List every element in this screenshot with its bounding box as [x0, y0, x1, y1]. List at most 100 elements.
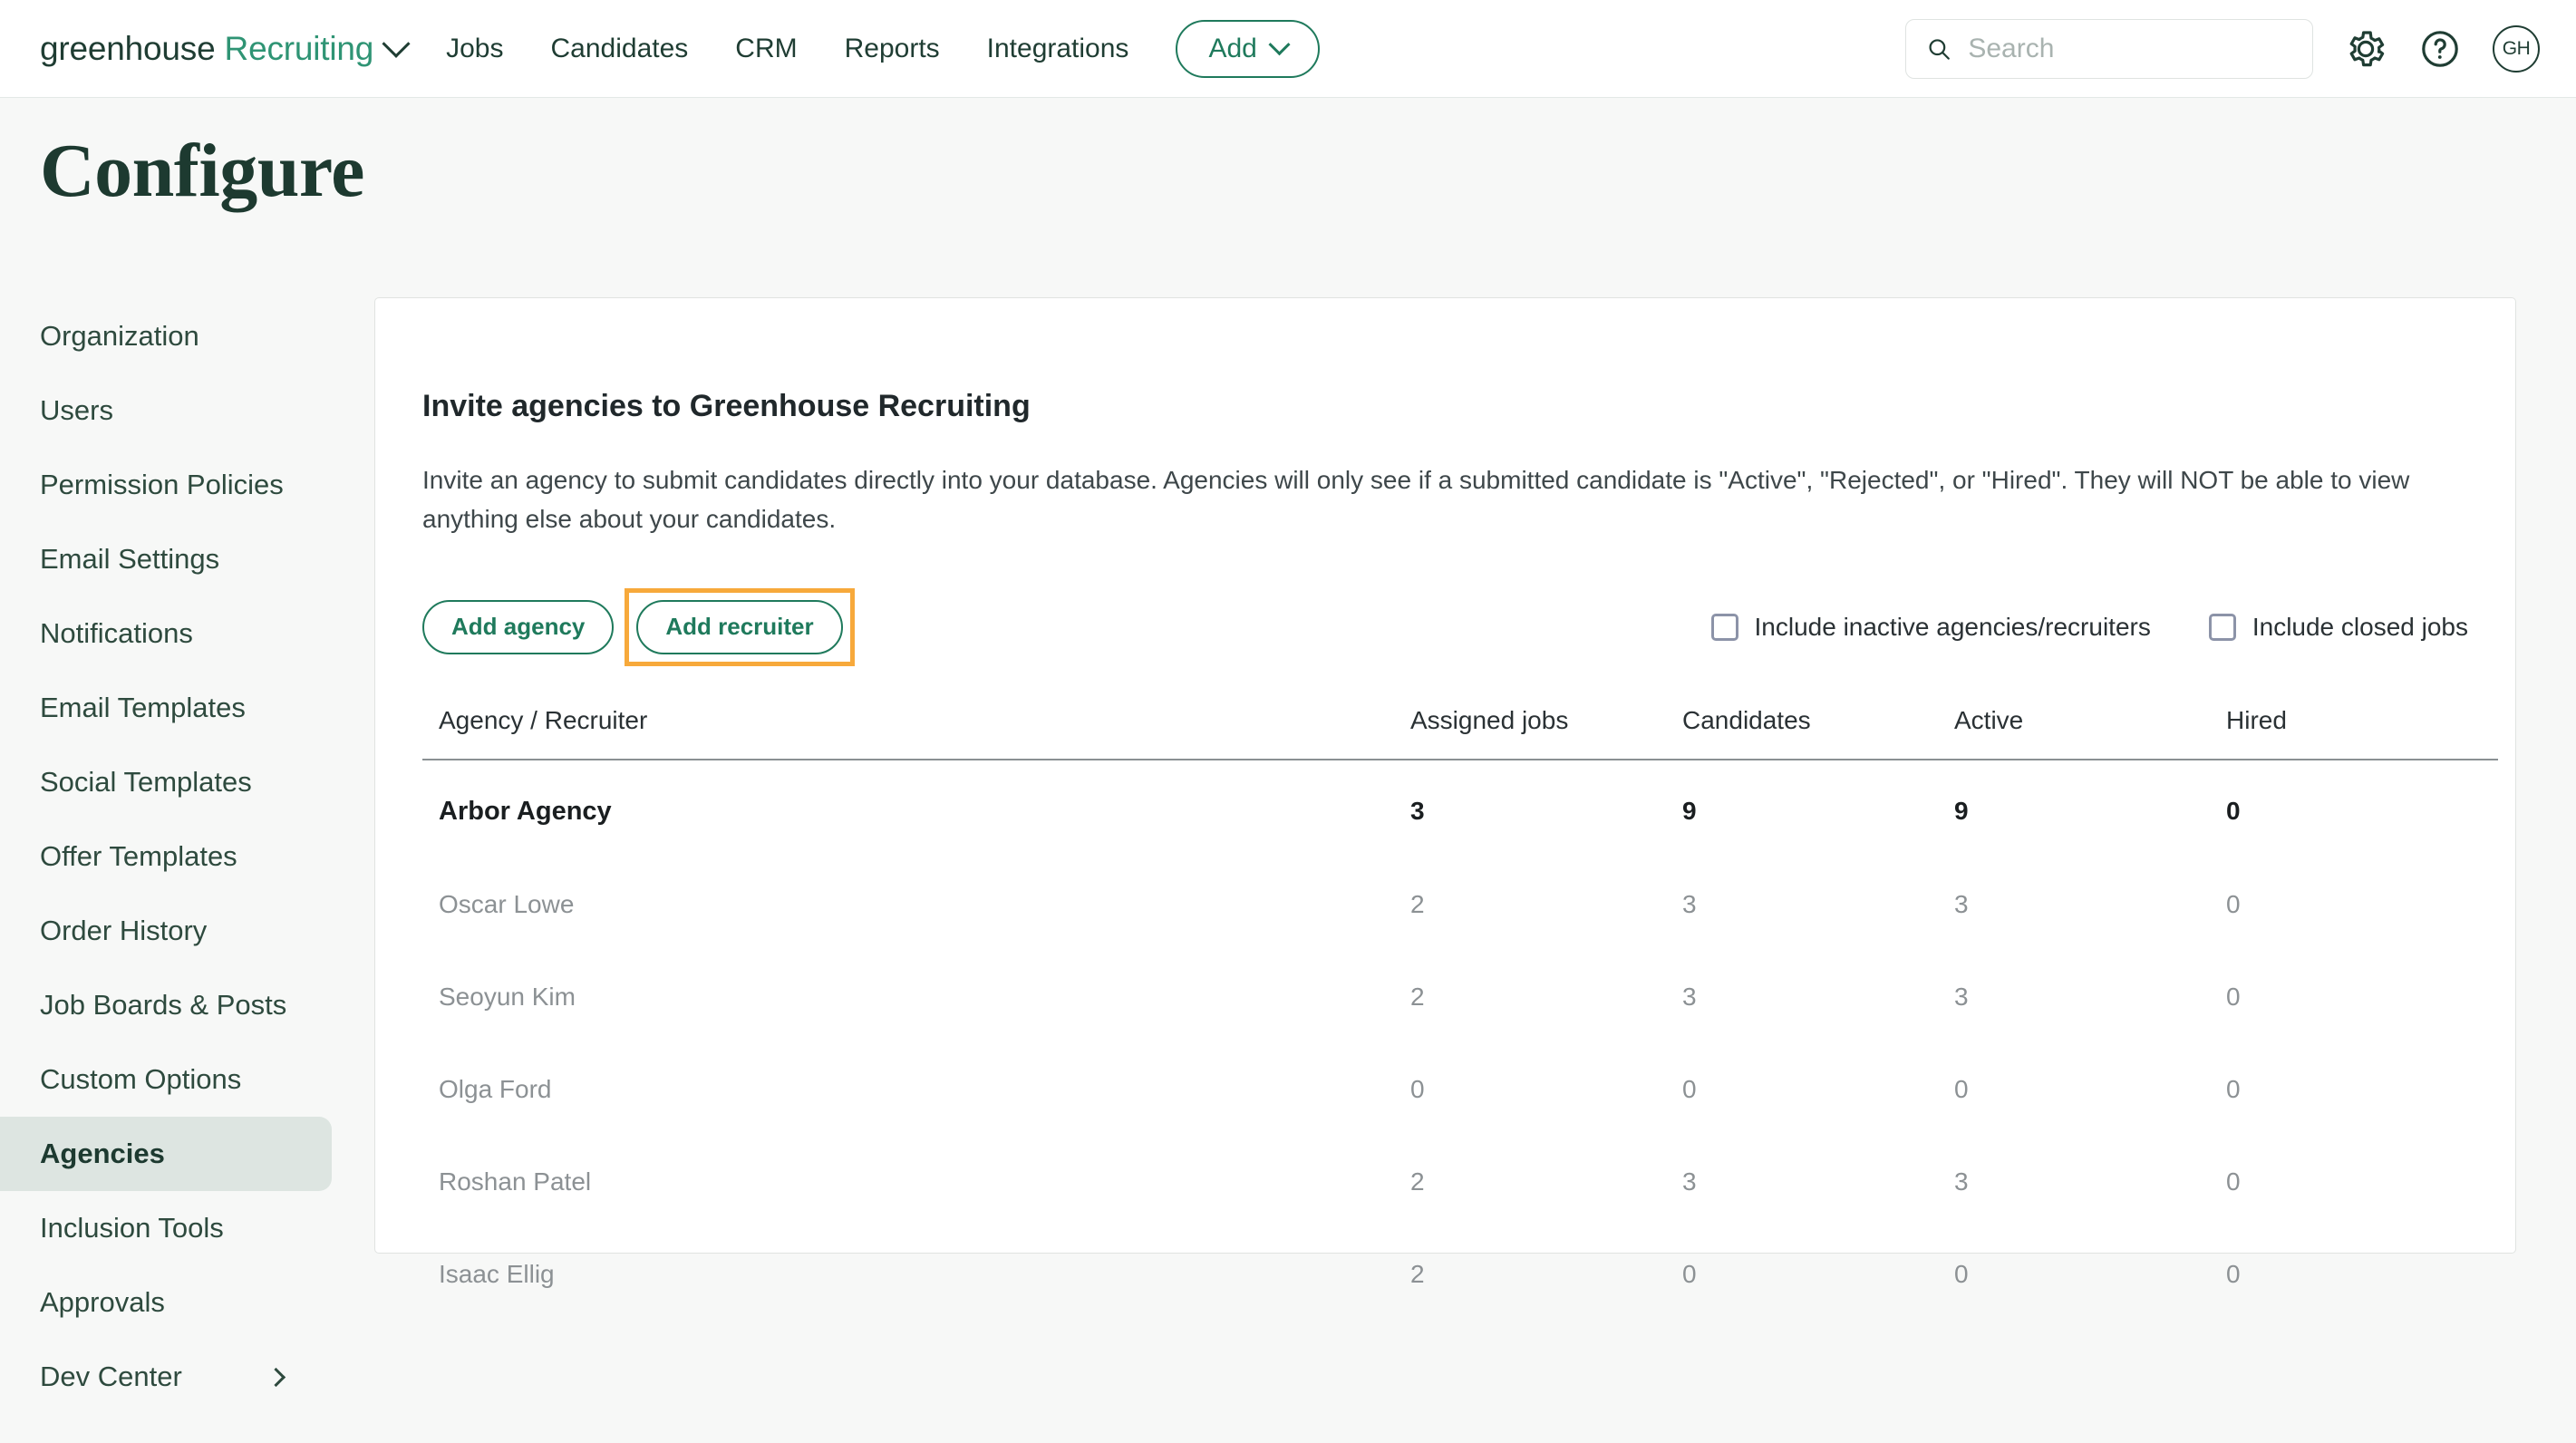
checkbox-include-inactive-label: Include inactive agencies/recruiters	[1754, 612, 2151, 641]
cell-hired: 0	[2226, 889, 2241, 918]
column-header-agency-recruiter: Agency / Recruiter	[422, 705, 1410, 760]
checkbox-include-closed-jobs[interactable]: Include closed jobs	[2208, 613, 2468, 642]
nav-link-candidates[interactable]: Candidates	[551, 34, 689, 64]
cell-active[interactable]: 9	[1954, 760, 2226, 858]
sidebar-item-job-boards-posts[interactable]: Job Boards & Posts	[0, 968, 332, 1042]
nav-link-reports[interactable]: Reports	[845, 34, 940, 64]
brand-text: greenhouse Recruiting	[40, 30, 373, 68]
column-header-assigned-jobs: Assigned jobs	[1410, 705, 1682, 760]
sidebar-item-organization[interactable]: Organization	[0, 299, 332, 373]
sidebar-item-order-history[interactable]: Order History	[0, 894, 332, 968]
filter-checkboxes: Include inactive agencies/recruiters Inc…	[1710, 612, 2468, 642]
table-header-row: Agency / Recruiter Assigned jobs Candida…	[422, 705, 2498, 760]
cell-assigned-jobs: 3	[1410, 797, 1425, 826]
sidebar-item-dev-center[interactable]: Dev Center	[0, 1340, 332, 1414]
cell-recruiter-name[interactable]: Olga Ford	[422, 1043, 1410, 1136]
sidebar-item-custom-options[interactable]: Custom Options	[0, 1042, 332, 1117]
cell-hired: 0	[2226, 1167, 2241, 1196]
search-input[interactable]	[1968, 34, 2292, 64]
table-row[interactable]: Roshan Patel 2 3 3 0	[422, 1136, 2498, 1228]
sidebar-item-social-templates[interactable]: Social Templates	[0, 745, 332, 819]
cell-hired: 0	[2226, 982, 2241, 1011]
sidebar-item-label: Order History	[40, 915, 208, 946]
sidebar-item-users[interactable]: Users	[0, 373, 332, 448]
add-agency-button[interactable]: Add agency	[422, 599, 615, 654]
checkbox-box-icon[interactable]	[1710, 613, 1738, 641]
search-box[interactable]	[1905, 19, 2313, 79]
sidebar-item-label: Inclusion Tools	[40, 1212, 224, 1244]
nav-link-jobs[interactable]: Jobs	[446, 34, 503, 64]
cell-recruiter-name[interactable]: Isaac Ellig	[422, 1228, 1410, 1321]
cell-agency-name[interactable]: Arbor Agency	[422, 760, 1410, 858]
sidebar-item-approvals[interactable]: Approvals	[0, 1265, 332, 1340]
sidebar-item-label: Custom Options	[40, 1063, 242, 1095]
sidebar-item-notifications[interactable]: Notifications	[0, 596, 332, 671]
question-mark-icon	[2422, 31, 2458, 67]
cell-assigned-jobs: 2	[1410, 1167, 1425, 1196]
column-header-active: Active	[1954, 705, 2226, 760]
cell-assigned-jobs: 2	[1410, 889, 1425, 918]
page-title: Configure	[40, 129, 364, 213]
sidebar-item-offer-templates[interactable]: Offer Templates	[0, 819, 332, 894]
add-button[interactable]: Add	[1176, 19, 1320, 78]
checkbox-include-inactive[interactable]: Include inactive agencies/recruiters	[1710, 612, 2151, 642]
sidebar-item-label: Approvals	[40, 1286, 165, 1318]
avatar[interactable]: GH	[2493, 25, 2540, 73]
cell-active: 0	[1954, 1259, 1969, 1288]
gear-icon	[2349, 31, 2385, 67]
chevron-right-icon	[266, 1367, 286, 1387]
cell-recruiter-name[interactable]: Oscar Lowe	[422, 858, 1410, 951]
sidebar-item-label: Email Settings	[40, 543, 220, 575]
brand-logo-dropdown[interactable]: greenhouse Recruiting	[40, 29, 411, 68]
primary-nav-links: Jobs Candidates CRM Reports Integrations	[446, 34, 1128, 64]
nav-link-crm[interactable]: CRM	[735, 34, 797, 64]
panel-title: Invite agencies to Greenhouse Recruiting	[422, 389, 1031, 423]
cell-recruiter-name[interactable]: Seoyun Kim	[422, 951, 1410, 1043]
nav-link-integrations[interactable]: Integrations	[987, 34, 1129, 64]
table-row[interactable]: Olga Ford 0 0 0 0	[422, 1043, 2498, 1136]
cell-hired: 0	[2226, 1074, 2241, 1103]
sidebar-item-label: Social Templates	[40, 766, 252, 798]
sidebar-item-agencies[interactable]: Agencies	[0, 1117, 332, 1191]
sidebar-item-inclusion-tools[interactable]: Inclusion Tools	[0, 1191, 332, 1265]
sidebar-navigation: Organization Users Permission Policies Emai…	[0, 299, 332, 1414]
cell-hired: 0	[2226, 1259, 2241, 1288]
cell-recruiter-name[interactable]: Roshan Patel	[422, 1136, 1410, 1228]
sidebar-item-label: Users	[40, 394, 113, 426]
sidebar-item-label: Dev Center	[40, 1361, 182, 1392]
cell-active[interactable]: 3	[1954, 858, 2226, 951]
sidebar-item-email-settings[interactable]: Email Settings	[0, 522, 332, 596]
cell-candidates[interactable]: 3	[1682, 951, 1954, 1043]
checkbox-box-icon[interactable]	[2208, 613, 2236, 641]
cell-candidates[interactable]: 3	[1682, 1136, 1954, 1228]
agencies-panel: Invite agencies to Greenhouse Recruiting…	[374, 297, 2516, 1288]
nav-right-cluster: GH	[1905, 0, 2540, 98]
cell-active[interactable]: 3	[1954, 1136, 2226, 1228]
add-recruiter-highlight: Add recruiter	[625, 587, 855, 666]
cell-assigned-jobs: 2	[1410, 982, 1425, 1011]
column-header-hired: Hired	[2226, 705, 2498, 760]
cell-candidates[interactable]: 3	[1682, 858, 1954, 951]
cell-assigned-jobs: 0	[1410, 1074, 1425, 1103]
sidebar-item-label: Agencies	[40, 1138, 165, 1169]
add-recruiter-button[interactable]: Add recruiter	[636, 599, 843, 654]
top-navigation-bar: greenhouse Recruiting Jobs Candidates CR…	[0, 0, 2576, 98]
cell-candidates[interactable]: 9	[1682, 760, 1954, 858]
settings-gear-button[interactable]	[2344, 27, 2387, 71]
column-header-candidates: Candidates	[1682, 705, 1954, 760]
cell-candidates: 0	[1682, 1259, 1697, 1288]
table-row[interactable]: Isaac Ellig 2 0 0 0	[422, 1228, 2498, 1321]
table-row[interactable]: Seoyun Kim 2 3 3 0	[422, 951, 2498, 1043]
sidebar-item-email-templates[interactable]: Email Templates	[0, 671, 332, 745]
sidebar-item-permission-policies[interactable]: Permission Policies	[0, 448, 332, 522]
agencies-table: Agency / Recruiter Assigned jobs Candida…	[422, 705, 2498, 1321]
table-row[interactable]: Arbor Agency 3 9 9 0	[422, 760, 2498, 858]
cell-hired: 0	[2226, 797, 2241, 826]
table-row[interactable]: Oscar Lowe 2 3 3 0	[422, 858, 2498, 951]
panel-description: Invite an agency to submit candidates di…	[422, 466, 2410, 534]
sidebar-item-label: Offer Templates	[40, 840, 237, 872]
cell-active[interactable]: 3	[1954, 951, 2226, 1043]
sidebar-item-label: Notifications	[40, 617, 193, 649]
help-button[interactable]	[2418, 27, 2462, 71]
sidebar-item-label: Job Boards & Posts	[40, 989, 287, 1021]
